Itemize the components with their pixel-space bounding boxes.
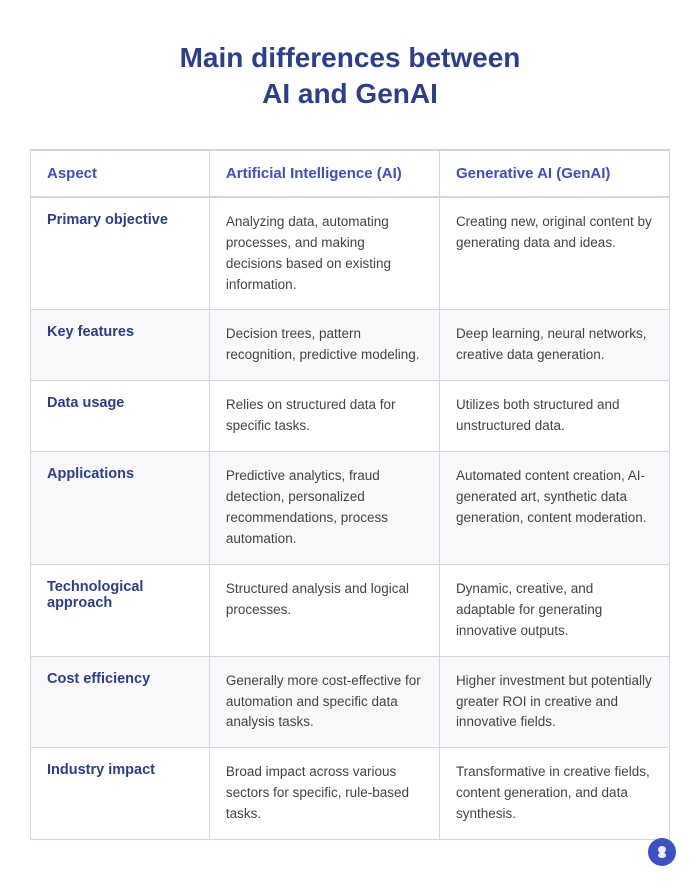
genai-cell: Transformative in creative fields, conte…	[439, 748, 669, 840]
aspect-cell: Data usage	[31, 381, 210, 452]
table-row: Key featuresDecision trees, pattern reco…	[31, 310, 670, 381]
title-section: Main differences between AI and GenAI	[30, 40, 670, 113]
ai-cell: Analyzing data, automating processes, an…	[209, 197, 439, 310]
genai-cell: Higher investment but potentially greate…	[439, 656, 669, 748]
table-row: Primary objectiveAnalyzing data, automat…	[31, 197, 670, 310]
ai-cell: Structured analysis and logical processe…	[209, 564, 439, 656]
aspect-cell: Applications	[31, 452, 210, 565]
comparison-table: Aspect Artificial Intelligence (AI) Gene…	[30, 149, 670, 840]
header-genai: Generative AI (GenAI)	[439, 150, 669, 197]
aspect-cell: Industry impact	[31, 748, 210, 840]
ai-cell: Broad impact across various sectors for …	[209, 748, 439, 840]
table-row: ApplicationsPredictive analytics, fraud …	[31, 452, 670, 565]
aspect-cell: Primary objective	[31, 197, 210, 310]
genai-cell: Creating new, original content by genera…	[439, 197, 669, 310]
genai-cell: Dynamic, creative, and adaptable for gen…	[439, 564, 669, 656]
header-ai: Artificial Intelligence (AI)	[209, 150, 439, 197]
brand-icon	[648, 838, 676, 866]
footer-logo	[648, 838, 676, 866]
page-container: Main differences between AI and GenAI As…	[0, 0, 700, 880]
ai-cell: Generally more cost-effective for automa…	[209, 656, 439, 748]
title-line1: Main differences between	[180, 42, 521, 73]
aspect-cell: Key features	[31, 310, 210, 381]
ai-cell: Relies on structured data for specific t…	[209, 381, 439, 452]
genai-cell: Deep learning, neural networks, creative…	[439, 310, 669, 381]
header-aspect: Aspect	[31, 150, 210, 197]
ai-cell: Predictive analytics, fraud detection, p…	[209, 452, 439, 565]
table-row: Technological approachStructured analysi…	[31, 564, 670, 656]
ai-cell: Decision trees, pattern recognition, pre…	[209, 310, 439, 381]
table-row: Cost efficiencyGenerally more cost-effec…	[31, 656, 670, 748]
genai-cell: Automated content creation, AI-generated…	[439, 452, 669, 565]
page-title: Main differences between AI and GenAI	[30, 40, 670, 113]
table-row: Industry impactBroad impact across vario…	[31, 748, 670, 840]
table-row: Data usageRelies on structured data for …	[31, 381, 670, 452]
aspect-cell: Technological approach	[31, 564, 210, 656]
title-line2: AI and GenAI	[262, 78, 438, 109]
table-header-row: Aspect Artificial Intelligence (AI) Gene…	[31, 150, 670, 197]
genai-cell: Utilizes both structured and unstructure…	[439, 381, 669, 452]
aspect-cell: Cost efficiency	[31, 656, 210, 748]
